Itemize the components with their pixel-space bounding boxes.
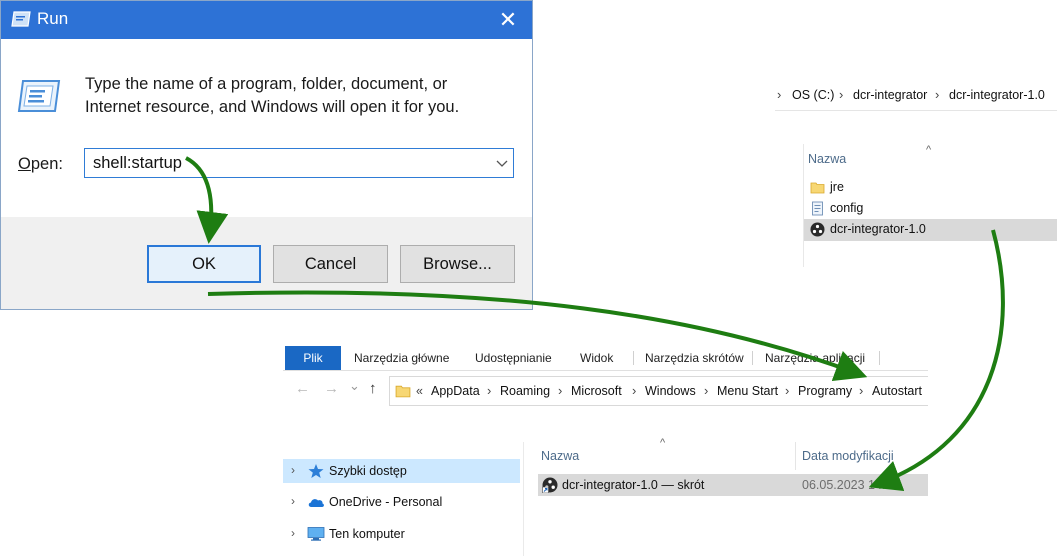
app-exe-icon	[810, 222, 825, 237]
breadcrumb-item[interactable]: Programy	[798, 384, 852, 398]
startup-folder-explorer: Plik Narzędzia główne Udostępnianie Wido…	[283, 346, 928, 556]
file-list: ^ Nazwa Data modyfikacji dcr-integrator-…	[538, 437, 928, 556]
breadcrumb-item[interactable]: AppData	[431, 384, 480, 398]
breadcrumb[interactable]: › OS (C:) › dcr-integrator › dcr-integra…	[775, 80, 1057, 111]
breadcrumb-item[interactable]: dcr-integrator-1.0	[949, 88, 1045, 102]
breadcrumb-item[interactable]: dcr-integrator	[853, 88, 927, 102]
open-label: Open:	[18, 155, 63, 173]
column-header-date[interactable]: Data modyfikacji	[802, 449, 894, 463]
ribbon-divider	[633, 351, 634, 365]
navigation-pane: › Szybki dostęp › OneDrive - Personal › …	[283, 442, 524, 556]
file-name: dcr-integrator-1.0 — skrót	[562, 478, 705, 492]
chevron-right-icon: ›	[839, 87, 844, 102]
column-header-name[interactable]: Nazwa	[541, 449, 579, 463]
install-folder-explorer: › OS (C:) › dcr-integrator › dcr-integra…	[775, 80, 1057, 267]
file-name: dcr-integrator-1.0	[830, 222, 926, 236]
column-divider[interactable]	[795, 442, 796, 470]
chevron-right-icon: ›	[935, 87, 940, 102]
ribbon-divider	[879, 351, 880, 365]
breadcrumb-item[interactable]: Roaming	[500, 384, 550, 398]
ribbon: Plik Narzędzia główne Udostępnianie Wido…	[283, 346, 928, 371]
breadcrumb-item[interactable]: Microsoft	[571, 384, 622, 398]
breadcrumb-item[interactable]: Autostart	[872, 384, 922, 398]
chevron-right-icon[interactable]: ›	[291, 526, 295, 540]
run-icon	[11, 11, 31, 27]
chevron-down-icon[interactable]	[493, 152, 511, 174]
tab-share[interactable]: Udostępnianie	[475, 351, 552, 365]
chevron-right-icon: ›	[558, 383, 563, 398]
run-program-icon	[17, 80, 61, 112]
run-titlebar: Run ✕	[1, 1, 532, 39]
window-title: Run	[37, 9, 69, 28]
list-item-selected[interactable]: dcr-integrator-1.0	[804, 219, 1057, 241]
chevron-right-icon: ›	[704, 383, 709, 398]
nav-item-this-pc[interactable]: › Ten komputer	[283, 522, 520, 546]
nav-item-label: Szybki dostęp	[329, 464, 407, 478]
tab-file[interactable]: Plik	[285, 346, 341, 370]
sort-ascending-icon: ^	[660, 437, 666, 449]
open-input-value[interactable]: shell:startup	[93, 154, 182, 173]
back-arrow-icon[interactable]: ←	[295, 380, 310, 397]
chevron-right-icon: ›	[487, 383, 492, 398]
open-combobox[interactable]: shell:startup	[84, 148, 514, 178]
address-bar[interactable]: « AppData › Roaming › Microsoft › Window…	[389, 376, 928, 406]
file-name: config	[830, 201, 864, 215]
tab-view[interactable]: Widok	[580, 351, 613, 365]
cloud-icon	[308, 499, 324, 507]
sort-ascending-icon: ^	[926, 144, 932, 156]
browse-button[interactable]: Browse...	[400, 245, 515, 283]
tab-shortcut-tools[interactable]: Narzędzia skrótów	[645, 351, 744, 365]
file-list: ^ Nazwa jre config dcr-integrator-1.0	[803, 144, 1057, 267]
computer-icon	[307, 527, 325, 541]
folder-icon	[810, 182, 825, 194]
chevron-right-icon: ›	[785, 383, 790, 398]
list-item-selected[interactable]: dcr-integrator-1.0 — skrót 06.05.2023 14…	[538, 474, 928, 496]
up-arrow-icon[interactable]: ↑	[369, 380, 377, 397]
close-button[interactable]: ✕	[491, 5, 525, 35]
file-date: 06.05.2023 14:55	[802, 478, 900, 492]
list-item[interactable]: config	[804, 198, 1057, 220]
close-icon: ✕	[498, 7, 518, 32]
breadcrumb-item[interactable]: OS (C:)	[792, 88, 834, 102]
column-header-name[interactable]: Nazwa	[808, 152, 846, 166]
cancel-button[interactable]: Cancel	[273, 245, 388, 283]
nav-item-label: Ten komputer	[329, 527, 405, 541]
forward-arrow-icon[interactable]: →	[324, 380, 339, 397]
overflow-icon[interactable]: «	[416, 384, 423, 398]
chevron-right-icon: ›	[632, 383, 637, 398]
breadcrumb-item[interactable]: Menu Start	[717, 384, 778, 398]
shortcut-icon	[542, 477, 558, 493]
file-name: jre	[830, 180, 844, 194]
navigation-bar: ← → ⌄ ↑ « AppData › Roaming › Microsoft …	[283, 376, 928, 406]
chevron-right-icon[interactable]: ›	[291, 463, 295, 477]
nav-item-label: OneDrive - Personal	[329, 495, 443, 509]
ribbon-divider	[752, 351, 753, 365]
run-description: Type the name of a program, folder, docu…	[85, 75, 460, 116]
ok-button[interactable]: OK	[147, 245, 261, 283]
chevron-right-icon: ›	[859, 383, 864, 398]
chevron-right-icon: ›	[777, 87, 782, 102]
run-body	[1, 39, 532, 217]
recent-locations-icon[interactable]: ⌄	[349, 378, 360, 394]
tab-app-tools[interactable]: Narzędzia aplikacji	[765, 351, 865, 365]
list-item[interactable]: jre	[804, 177, 1057, 199]
nav-item-quick-access[interactable]: › Szybki dostęp	[283, 459, 520, 483]
tab-home[interactable]: Narzędzia główne	[354, 351, 449, 365]
folder-icon	[395, 385, 411, 398]
breadcrumb-item[interactable]: Windows	[645, 384, 696, 398]
chevron-right-icon[interactable]: ›	[291, 494, 295, 508]
nav-item-onedrive[interactable]: › OneDrive - Personal	[283, 490, 520, 514]
star-icon	[308, 464, 324, 478]
config-file-icon	[812, 201, 823, 216]
